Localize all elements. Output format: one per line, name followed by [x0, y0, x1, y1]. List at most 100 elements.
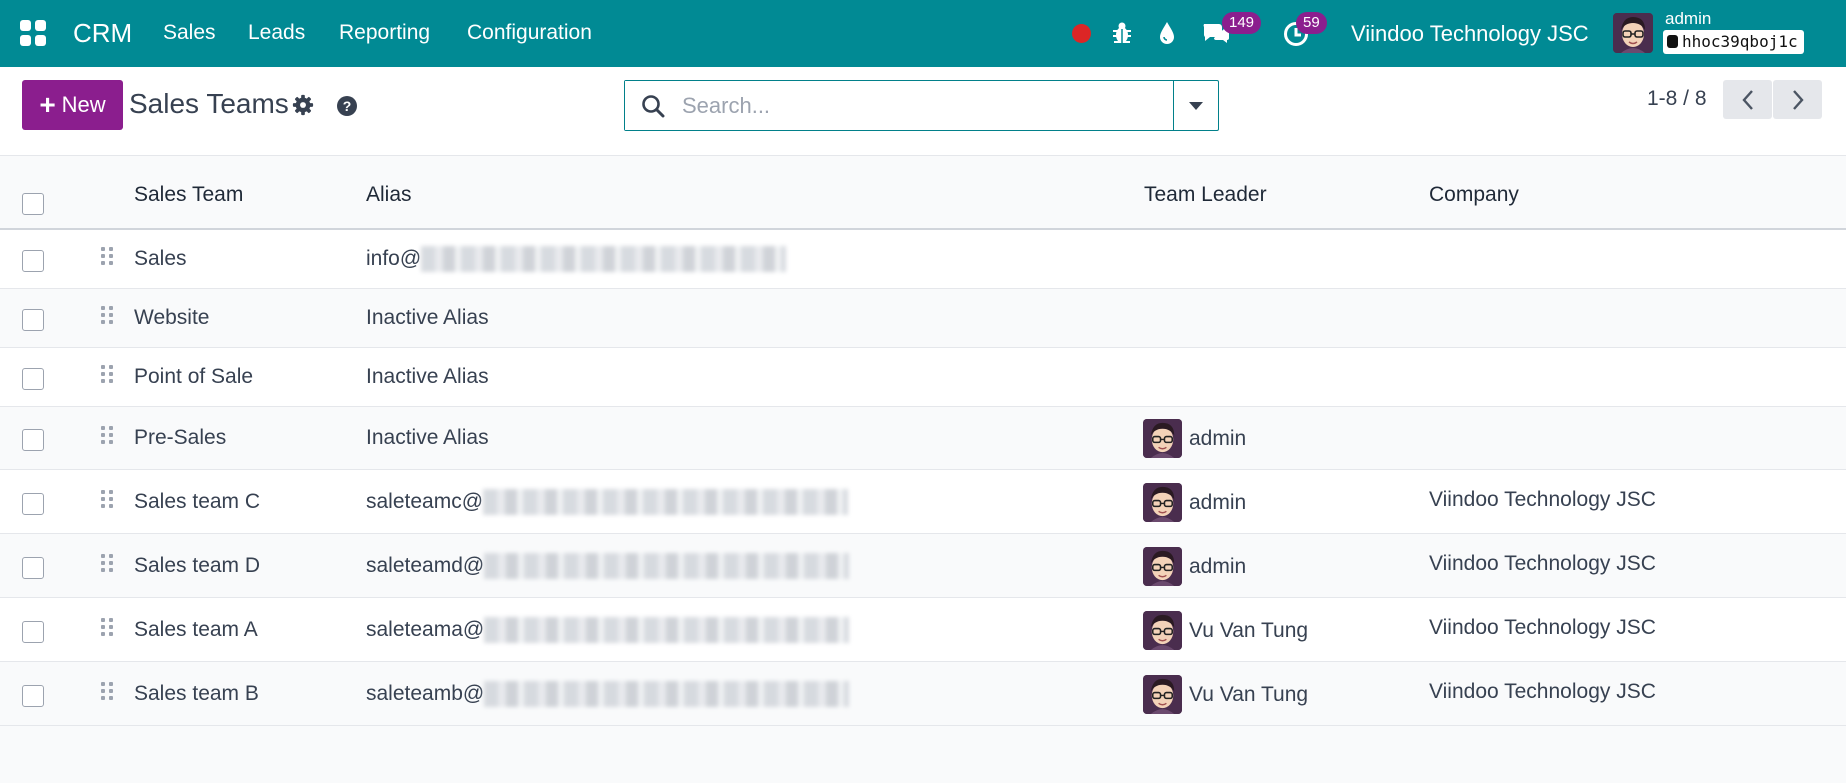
- drag-handle-icon[interactable]: [101, 681, 114, 700]
- avatar-icon: [1143, 674, 1182, 714]
- column-header-sales-team[interactable]: Sales Team: [134, 183, 243, 207]
- redacted-alias-domain: [483, 488, 849, 515]
- pager-value[interactable]: 1-8 / 8: [1647, 87, 1707, 111]
- bug-icon[interactable]: [1111, 21, 1133, 45]
- company-cell: Viindoo Technology JSC: [1429, 679, 1656, 703]
- leader-avatar: [1143, 546, 1182, 586]
- leader-avatar: [1143, 674, 1182, 714]
- alias-text: saleteamd@: [366, 553, 485, 577]
- apps-grid-icon[interactable]: [20, 20, 46, 46]
- alias-cell: Inactive Alias: [366, 424, 489, 452]
- alias-cell: saleteamc@: [366, 488, 849, 516]
- row-checkbox[interactable]: [22, 368, 44, 390]
- alias-text: info@: [366, 247, 422, 270]
- drag-handle-icon[interactable]: [101, 365, 114, 383]
- column-header-team-leader[interactable]: Team Leader: [1144, 183, 1267, 207]
- drop-icon[interactable]: [1157, 20, 1177, 46]
- app-brand[interactable]: CRM: [73, 18, 132, 49]
- team-leader-cell: Vu Van Tung: [1189, 618, 1309, 642]
- column-header-company[interactable]: Company: [1429, 183, 1519, 207]
- pager-previous-button[interactable]: [1723, 80, 1772, 119]
- gear-icon[interactable]: [292, 94, 314, 116]
- team-leader-cell: admin: [1189, 427, 1247, 450]
- team-leader-cell: admin: [1189, 554, 1247, 578]
- avatar-icon: [1143, 482, 1182, 522]
- search-input[interactable]: [625, 81, 1173, 130]
- row-checkbox[interactable]: [22, 620, 44, 643]
- row-checkbox[interactable]: [22, 684, 44, 707]
- search-icon: [642, 95, 665, 118]
- row-checkbox[interactable]: [22, 429, 44, 451]
- alias-cell: saleteamd@: [366, 552, 850, 580]
- table-row[interactable]: Sales team D saleteamd@ admin Viindoo Techn…: [0, 534, 1846, 598]
- team-name-cell: Point of Sale: [134, 365, 254, 388]
- select-all-checkbox[interactable]: [22, 193, 44, 215]
- activities-badge: 59: [1296, 12, 1327, 34]
- redacted-alias-domain: [484, 552, 850, 579]
- team-leader-cell: admin: [1189, 490, 1247, 514]
- messages-badge: 149: [1222, 12, 1262, 34]
- table-row[interactable]: Sales team B saleteamb@ Vu Van Tung Viindoo…: [0, 662, 1846, 726]
- leader-avatar: [1143, 610, 1182, 650]
- row-checkbox[interactable]: [22, 556, 44, 579]
- drag-handle-icon[interactable]: [101, 247, 114, 265]
- drag-handle-icon[interactable]: [101, 489, 114, 508]
- menu-leads[interactable]: Leads: [248, 21, 305, 45]
- company-cell: Viindoo Technology JSC: [1429, 615, 1656, 639]
- database-icon: [1667, 35, 1678, 48]
- user-avatar[interactable]: [1613, 13, 1653, 53]
- table-row[interactable]: Pre-Sales Inactive Alias admin: [0, 407, 1846, 470]
- table-row[interactable]: Sales info@: [0, 230, 1846, 289]
- drag-handle-icon[interactable]: [101, 617, 114, 636]
- drag-handle-icon[interactable]: [101, 306, 114, 324]
- redacted-alias-domain: [421, 246, 787, 273]
- alias-cell: info@: [366, 245, 787, 273]
- alias-cell: saleteamb@: [366, 680, 850, 708]
- avatar-icon: [1143, 546, 1182, 586]
- company-cell: Viindoo Technology JSC: [1429, 487, 1656, 511]
- chevron-right-icon: [1792, 89, 1804, 110]
- menu-configuration[interactable]: Configuration: [467, 21, 592, 45]
- table-header: Sales Team Alias Team Leader Company: [0, 156, 1846, 230]
- table-row[interactable]: Sales team A saleteama@ Vu Van Tung Viindoo…: [0, 598, 1846, 662]
- avatar-icon: [1143, 610, 1182, 650]
- team-leader-cell: Vu Van Tung: [1189, 682, 1309, 706]
- row-checkbox[interactable]: [22, 309, 44, 331]
- plus-icon: +: [39, 89, 56, 120]
- new-button[interactable]: + New: [22, 80, 123, 130]
- table-row[interactable]: Point of Sale Inactive Alias: [0, 348, 1846, 407]
- team-name-cell: Sales: [134, 247, 187, 270]
- sales-teams-table: Sales Team Alias Team Leader Company Sal…: [0, 156, 1846, 726]
- alias-text: saleteamb@: [366, 681, 485, 705]
- search-bar: [624, 80, 1219, 131]
- row-checkbox[interactable]: [22, 250, 44, 272]
- user-name[interactable]: admin: [1665, 9, 1711, 29]
- leader-avatar: [1143, 482, 1182, 522]
- table-row[interactable]: Website Inactive Alias: [0, 289, 1846, 348]
- avatar-icon: [1143, 419, 1182, 458]
- menu-sales[interactable]: Sales: [163, 21, 216, 45]
- chevron-down-icon: [1189, 101, 1203, 110]
- search-options-toggle[interactable]: [1173, 81, 1218, 130]
- alias-cell: Inactive Alias: [366, 363, 489, 391]
- record-icon[interactable]: [1072, 24, 1091, 43]
- alias-text: Inactive Alias: [366, 365, 489, 388]
- alias-cell: Inactive Alias: [366, 304, 489, 332]
- table-body: Sales info@ Website Inactive Alias Point of …: [0, 230, 1846, 726]
- row-checkbox[interactable]: [22, 492, 44, 515]
- menu-reporting[interactable]: Reporting: [339, 21, 430, 45]
- database-chip: hhoc39qboj1c: [1663, 30, 1804, 54]
- redacted-alias-domain: [484, 680, 850, 707]
- column-header-alias[interactable]: Alias: [366, 183, 412, 207]
- new-button-label: New: [61, 92, 106, 117]
- leader-avatar: [1143, 419, 1182, 458]
- team-name-cell: Sales team C: [134, 489, 261, 513]
- table-row[interactable]: Sales team C saleteamc@ admin Viindoo Techn…: [0, 470, 1846, 534]
- help-icon[interactable]: ?: [337, 96, 357, 116]
- alias-text: Inactive Alias: [366, 306, 489, 329]
- drag-handle-icon[interactable]: [101, 553, 114, 572]
- pager-next-button[interactable]: [1773, 80, 1822, 119]
- drag-handle-icon[interactable]: [101, 426, 114, 444]
- avatar-icon: [1613, 13, 1653, 53]
- company-switcher[interactable]: Viindoo Technology JSC: [1351, 21, 1589, 47]
